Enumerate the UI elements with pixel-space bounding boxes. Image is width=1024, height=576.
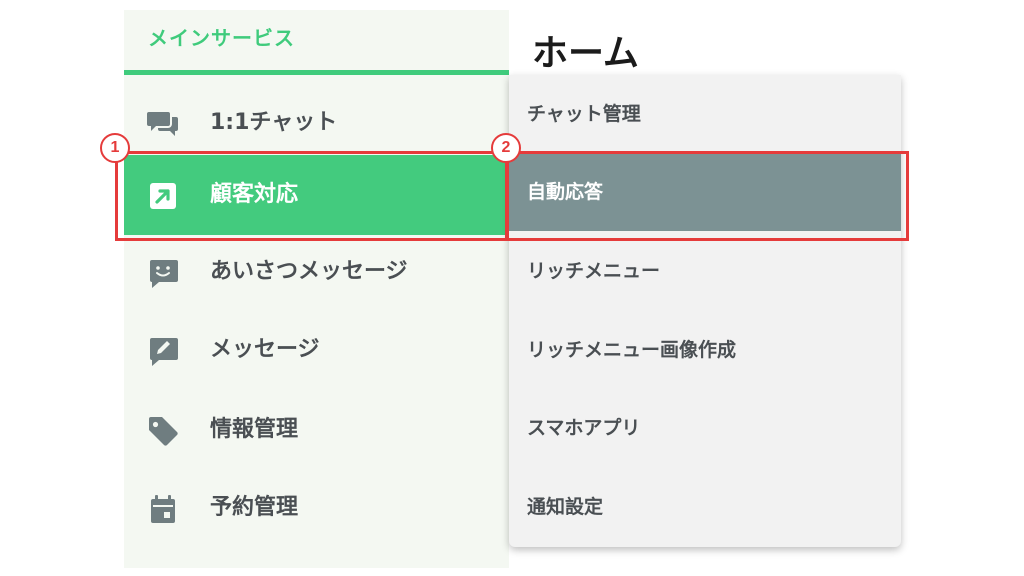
page-title: ホーム (532, 33, 639, 74)
calendar-icon (146, 492, 180, 526)
edit-message-icon (146, 334, 180, 368)
sidebar-item-message[interactable]: メッセージ (124, 310, 509, 390)
sidebar-item-label: メッセージ (210, 337, 320, 362)
submenu-item-rich-menu-image[interactable]: リッチメニュー画像作成 (509, 311, 901, 389)
submenu-panel: チャット管理 自動応答 リッチメニュー リッチメニュー画像作成 スマホアプリ 通… (509, 75, 901, 547)
sidebar-item-info-management[interactable]: 情報管理 (124, 390, 509, 470)
sidebar-item-label: あいさつメッセージ (210, 259, 408, 284)
sidebar-header: メインサービス (124, 10, 509, 70)
highlight-box-1 (115, 151, 509, 241)
step-badge-1: 1 (100, 133, 130, 163)
sidebar: メインサービス 1:1チャット 顧客対応 あいさつメッセージ メッセージ 情報管… (124, 10, 509, 568)
sidebar-item-reservation-management[interactable]: 予約管理 (124, 468, 509, 548)
sidebar-item-label: 情報管理 (210, 417, 299, 442)
submenu-item-smartphone-app[interactable]: スマホアプリ (509, 389, 901, 467)
tag-icon (146, 414, 180, 448)
chat-bubbles-icon (146, 107, 180, 141)
submenu-item-label: チャット管理 (527, 103, 641, 125)
smiley-message-icon (146, 256, 180, 290)
submenu-item-chat-management[interactable]: チャット管理 (509, 75, 901, 153)
submenu-item-label: リッチメニュー (527, 260, 661, 282)
step-badge-2: 2 (491, 133, 521, 163)
submenu-item-rich-menu[interactable]: リッチメニュー (509, 232, 901, 310)
highlight-box-2 (505, 151, 909, 241)
submenu-item-label: 通知設定 (527, 496, 604, 518)
submenu-item-label: リッチメニュー画像作成 (527, 339, 737, 361)
sidebar-item-greeting-message[interactable]: あいさつメッセージ (124, 232, 509, 312)
sidebar-item-label: 予約管理 (210, 495, 299, 520)
submenu-item-notification-settings[interactable]: 通知設定 (509, 468, 901, 546)
sidebar-underline (124, 70, 509, 75)
sidebar-title: メインサービス (148, 26, 295, 50)
submenu-item-label: スマホアプリ (527, 417, 641, 439)
